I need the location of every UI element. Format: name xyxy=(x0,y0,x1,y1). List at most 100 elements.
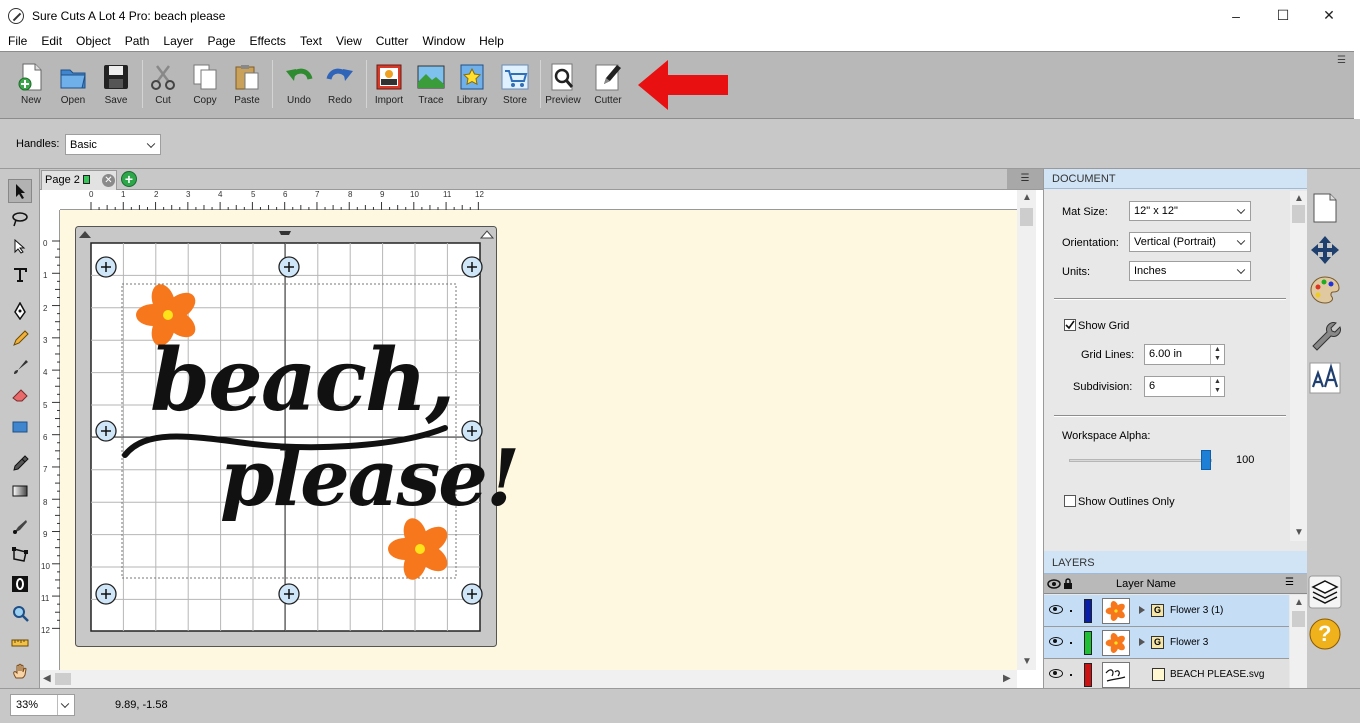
units-select[interactable]: Inches xyxy=(1129,261,1251,281)
library-button[interactable]: Library xyxy=(452,60,492,110)
scroll-thumb[interactable] xyxy=(1292,205,1305,223)
redo-button[interactable]: Redo xyxy=(320,60,360,110)
minimize-button[interactable]: – xyxy=(1213,0,1259,31)
import-button[interactable]: Import xyxy=(369,60,409,110)
undo-button[interactable]: Undo xyxy=(279,60,319,110)
layer-row[interactable]: G Flower 3 (1) xyxy=(1044,595,1289,627)
zoom-tool[interactable] xyxy=(8,601,32,625)
lock-toggle[interactable] xyxy=(1070,674,1072,676)
zoom-dropdown[interactable] xyxy=(57,695,74,715)
menu-text[interactable]: Text xyxy=(292,31,328,51)
lasso-tool[interactable] xyxy=(8,207,32,231)
layer-row[interactable]: G Flower 3 xyxy=(1044,627,1289,659)
eyedropper-tool[interactable] xyxy=(8,451,32,475)
menu-help[interactable]: Help xyxy=(471,31,510,51)
scroll-left-icon[interactable]: ◀ xyxy=(43,673,51,684)
cut-button[interactable]: Cut xyxy=(143,60,183,110)
open-button[interactable]: Open xyxy=(53,60,93,110)
scroll-up-icon[interactable]: ▲ xyxy=(1294,597,1304,608)
close-window-button[interactable]: ✕ xyxy=(1306,0,1352,31)
layer-color-swatch[interactable] xyxy=(1084,663,1092,687)
menu-object[interactable]: Object xyxy=(68,31,117,51)
pencil-tool[interactable] xyxy=(8,327,32,351)
brush-tool[interactable] xyxy=(8,355,32,379)
preview-button[interactable]: Preview xyxy=(543,60,583,110)
menu-path[interactable]: Path xyxy=(117,31,156,51)
layers-panel-scrollbar[interactable]: ▲ xyxy=(1290,595,1307,688)
cutter-button[interactable]: Cutter xyxy=(588,60,628,110)
tools-panel-button[interactable] xyxy=(1308,317,1342,351)
workspace-alpha-slider[interactable] xyxy=(1069,459,1212,462)
spinner-arrows-icon[interactable]: ▲ ▼ xyxy=(1210,377,1224,396)
knife-tool[interactable] xyxy=(8,515,32,539)
mat-size-select[interactable]: 12" x 12" xyxy=(1129,201,1251,221)
menu-view[interactable]: View xyxy=(328,31,368,51)
menu-edit[interactable]: Edit xyxy=(33,31,68,51)
trace-button[interactable]: Trace xyxy=(411,60,451,110)
menu-layer[interactable]: Layer xyxy=(155,31,199,51)
save-button[interactable]: Save xyxy=(96,60,136,110)
pan-hand-tool[interactable] xyxy=(8,659,32,683)
visibility-eye-icon[interactable] xyxy=(1049,637,1063,646)
canvas-horizontal-scrollbar[interactable]: ◀ ▶ xyxy=(40,670,1017,688)
tab-page-2[interactable]: Page 2 ✕ xyxy=(41,170,117,190)
lock-toggle[interactable] xyxy=(1070,610,1072,612)
layers-panel-button[interactable] xyxy=(1308,575,1342,609)
visibility-eye-icon[interactable] xyxy=(1049,605,1063,614)
add-page-icon[interactable]: + xyxy=(121,171,137,187)
menu-effects[interactable]: Effects xyxy=(241,31,291,51)
scroll-down-icon[interactable]: ▼ xyxy=(1294,527,1304,538)
scroll-up-icon[interactable]: ▲ xyxy=(1022,192,1032,203)
layer-row[interactable]: BEACH PLEASE.svg xyxy=(1044,659,1289,688)
shape-tool[interactable] xyxy=(8,415,32,439)
toolbar-menu-icon[interactable]: ☰ xyxy=(1337,55,1346,66)
scroll-up-icon[interactable]: ▲ xyxy=(1294,193,1304,204)
show-grid-checkbox[interactable] xyxy=(1064,319,1076,331)
canvas-vertical-scrollbar[interactable]: ▲ ▼ xyxy=(1017,190,1036,670)
subdivision-input[interactable]: 6 ▲ ▼ xyxy=(1144,376,1225,397)
canvas-workspace[interactable]: 0 1 2 3 4 5 6 7 8 9 10 11 12 0 1 2 3 4 5… xyxy=(40,190,1017,670)
scroll-thumb[interactable] xyxy=(1292,611,1305,627)
spinner-arrows-icon[interactable]: ▲ ▼ xyxy=(1210,345,1224,364)
layer-color-swatch[interactable] xyxy=(1084,599,1092,623)
visibility-eye-icon[interactable] xyxy=(1049,669,1063,678)
scroll-right-icon[interactable]: ▶ xyxy=(1003,673,1011,684)
color-panel-button[interactable] xyxy=(1308,273,1342,307)
lock-toggle[interactable] xyxy=(1070,642,1072,644)
menu-window[interactable]: Window xyxy=(414,31,471,51)
node-edit-tool[interactable] xyxy=(8,235,32,259)
text-panel-button[interactable] xyxy=(1308,361,1342,395)
expand-arrow-icon[interactable] xyxy=(1139,606,1145,614)
new-button[interactable]: New xyxy=(11,60,51,110)
help-button[interactable]: ? xyxy=(1308,617,1342,651)
transform-tool[interactable] xyxy=(8,543,32,567)
layers-menu-icon[interactable]: ☰ xyxy=(1285,577,1294,588)
gradient-tool[interactable] xyxy=(8,479,32,503)
weld-tool[interactable] xyxy=(8,572,32,596)
workspace-alpha-thumb[interactable] xyxy=(1201,450,1212,470)
measure-tool[interactable] xyxy=(8,631,32,655)
text-tool[interactable] xyxy=(8,263,32,287)
select-tool[interactable] xyxy=(8,179,32,203)
expand-arrow-icon[interactable] xyxy=(1139,638,1145,646)
scroll-thumb[interactable] xyxy=(55,673,71,685)
tab-menu-icon[interactable]: ☰ xyxy=(1007,169,1043,189)
copy-button[interactable]: Copy xyxy=(185,60,225,110)
eraser-tool[interactable] xyxy=(8,383,32,407)
grid-lines-input[interactable]: 6.00 in ▲ ▼ xyxy=(1144,344,1225,365)
menu-cutter[interactable]: Cutter xyxy=(368,31,415,51)
scroll-thumb[interactable] xyxy=(1020,208,1033,226)
handles-select[interactable]: Basic xyxy=(65,134,161,155)
layer-color-swatch[interactable] xyxy=(1084,631,1092,655)
pen-tool[interactable] xyxy=(8,299,32,323)
menu-page[interactable]: Page xyxy=(199,31,241,51)
orientation-select[interactable]: Vertical (Portrait) xyxy=(1129,232,1251,252)
zoom-level-select[interactable]: 33% xyxy=(10,694,75,716)
show-outlines-checkbox[interactable] xyxy=(1064,495,1076,507)
scroll-down-icon[interactable]: ▼ xyxy=(1022,656,1032,667)
document-panel-button[interactable] xyxy=(1308,191,1342,225)
maximize-button[interactable]: ☐ xyxy=(1260,0,1306,31)
menu-file[interactable]: File xyxy=(0,31,33,51)
move-panel-button[interactable] xyxy=(1308,233,1342,267)
store-button[interactable]: Store xyxy=(495,60,535,110)
